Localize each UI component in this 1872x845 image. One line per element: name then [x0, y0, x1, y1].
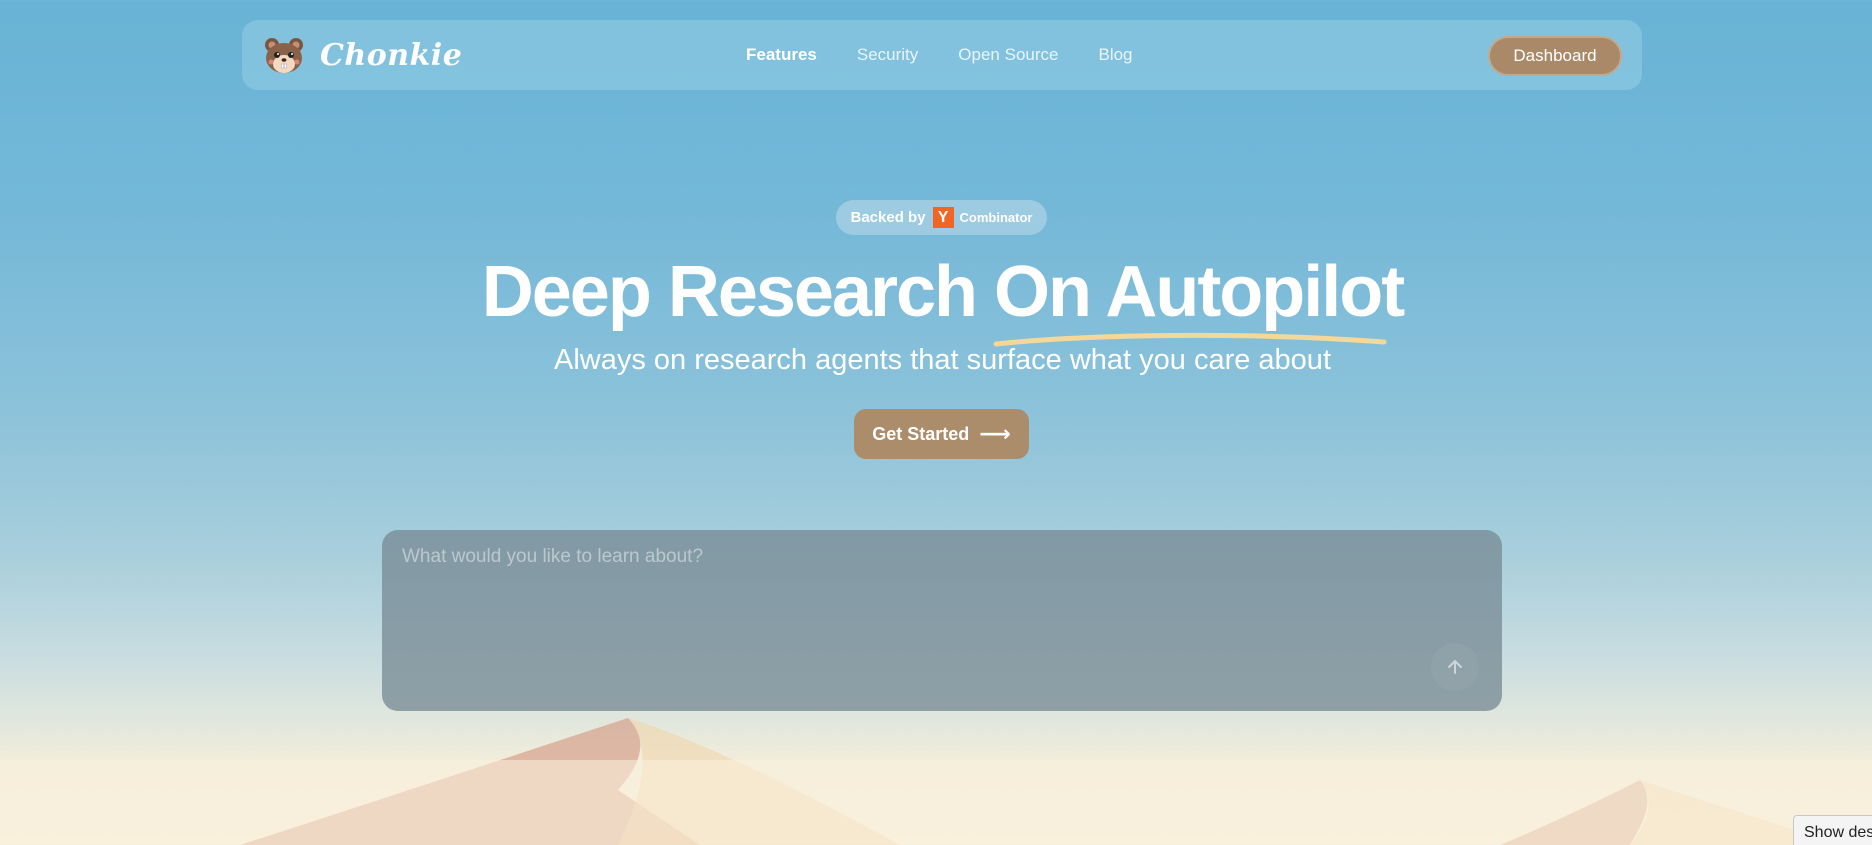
- yc-badge[interactable]: Backed by Y Combinator: [836, 200, 1047, 235]
- get-started-label: Get Started: [872, 423, 970, 444]
- get-started-button[interactable]: Get Started ⟶: [854, 409, 1029, 459]
- dashboard-button[interactable]: Dashboard: [1488, 36, 1622, 76]
- badge-prefix: Backed by: [850, 209, 926, 226]
- arrow-up-icon: [1448, 660, 1462, 674]
- nav-links: Features Security Open Source Blog: [746, 20, 1173, 90]
- brand-name: Chonkie: [320, 37, 463, 73]
- hero-headline: Deep Research On Autopilot: [481, 252, 1405, 332]
- send-button[interactable]: [1431, 643, 1479, 691]
- nav-link-open-source[interactable]: Open Source: [958, 45, 1058, 65]
- research-prompt-input[interactable]: [402, 546, 1442, 646]
- nav-link-features[interactable]: Features: [746, 45, 817, 65]
- badge-suffix: Combinator: [959, 210, 1033, 225]
- arrow-right-icon: ⟶: [979, 421, 1011, 446]
- nav-link-blog[interactable]: Blog: [1098, 45, 1132, 65]
- hamster-logo-icon: [265, 38, 303, 73]
- y-combinator-logo-icon: Y: [932, 207, 954, 228]
- top-navbar: Chonkie Features Security Open Source Bl…: [242, 20, 1642, 90]
- brand[interactable]: Chonkie: [262, 33, 462, 77]
- show-desktop-tooltip[interactable]: Show desk: [1793, 815, 1872, 845]
- hero-subheadline: Always on research agents that surface w…: [554, 344, 1331, 376]
- nav-link-security[interactable]: Security: [857, 45, 918, 65]
- research-prompt-box: [382, 530, 1502, 711]
